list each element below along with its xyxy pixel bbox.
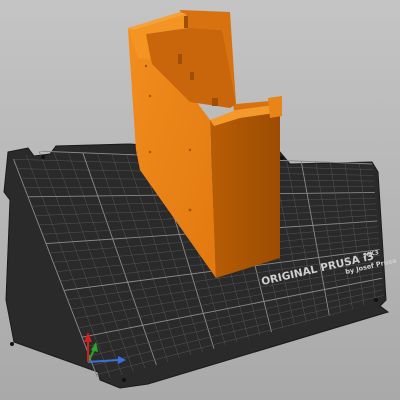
model-slot [184,16,188,28]
model-slot [178,54,182,64]
model-screw-hole [188,208,192,212]
bed-mount-hole [10,342,14,346]
bed-mount-hole [41,155,45,159]
model-side-face [210,112,280,278]
model-slot [190,72,194,80]
model-screw-hole [188,148,192,152]
3d-viewport[interactable]: ORIGINAL PRUSA i3 MK3 by Josef Prusa [0,0,400,400]
bed-mount-hole [122,378,126,382]
bed-mount-hole [280,156,284,160]
model-screw-hole [144,64,148,68]
model-screw-hole [148,150,152,154]
model-right-post [268,96,282,118]
model-slot [212,98,218,106]
model-screw-hole [148,94,152,98]
scene-canvas[interactable]: ORIGINAL PRUSA i3 MK3 by Josef Prusa [0,0,400,400]
bed-mount-hole [374,298,378,302]
